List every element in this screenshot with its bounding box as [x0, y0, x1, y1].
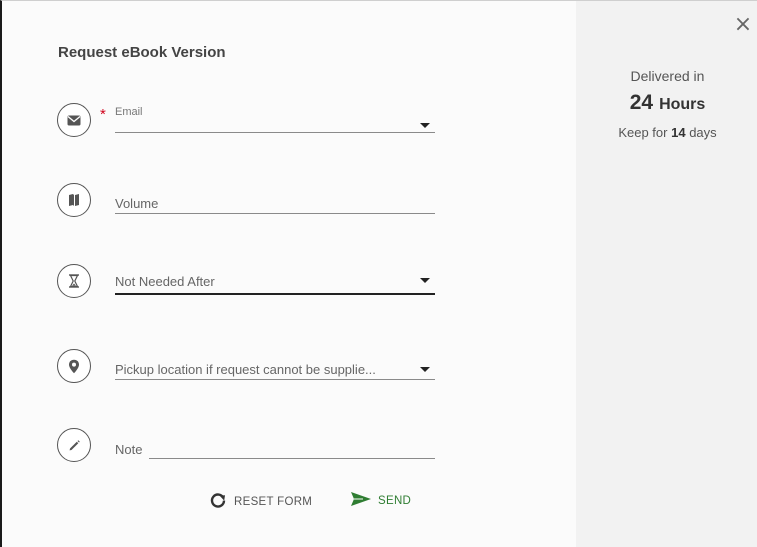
request-dialog: Request eBook Version * Email Volume Not…	[0, 0, 757, 547]
not-needed-after-caret[interactable]	[420, 278, 430, 283]
keep-suffix: days	[689, 125, 717, 140]
not-needed-after-underline	[115, 293, 435, 295]
send-icon	[350, 491, 372, 510]
delivered-in-label: Delivered in	[630, 68, 705, 84]
book-icon	[57, 183, 91, 217]
reset-form-button[interactable]: RESET FORM	[209, 491, 312, 512]
email-label: Email	[115, 106, 143, 118]
not-needed-after-placeholder: Not Needed After	[115, 274, 215, 289]
send-label: SEND	[378, 494, 412, 507]
not-needed-after-select[interactable]: Not Needed After	[115, 271, 435, 293]
keep-days-value: 14	[671, 125, 686, 140]
pickup-location-placeholder: Pickup location if request cannot be sup…	[115, 362, 376, 377]
close-button[interactable]: ×	[731, 13, 755, 37]
delivery-hours-value: 24	[629, 91, 654, 114]
required-marker: *	[100, 106, 106, 123]
note-underline	[149, 458, 435, 459]
pencil-icon	[57, 428, 91, 462]
email-dropdown-caret[interactable]	[420, 123, 430, 128]
hourglass-icon	[57, 264, 91, 298]
note-input[interactable]	[115, 441, 435, 459]
delivery-hours-label: Hours	[659, 96, 706, 113]
pickup-location-select[interactable]: Pickup location if request cannot be sup…	[115, 356, 435, 378]
envelope-icon	[57, 103, 91, 137]
keep-period: Keep for 14 days	[576, 125, 757, 140]
volume-input[interactable]	[115, 195, 435, 213]
dialog-title: Request eBook Version	[58, 44, 226, 61]
refresh-icon	[209, 491, 227, 512]
pickup-location-caret[interactable]	[420, 367, 430, 372]
delivery-hours: 24 Hours	[576, 91, 757, 115]
email-field[interactable]	[115, 119, 435, 133]
volume-underline	[115, 213, 435, 214]
send-button[interactable]: SEND	[350, 491, 411, 510]
reset-form-label: RESET FORM	[234, 495, 313, 508]
pickup-location-underline	[115, 379, 435, 380]
location-pin-icon	[57, 349, 91, 383]
email-underline	[115, 132, 435, 133]
form-pane: Request eBook Version * Email Volume Not…	[2, 1, 576, 547]
keep-prefix: Keep for	[618, 125, 668, 140]
delivery-info-pane: × Delivered in 24 Hours Keep for 14 days	[576, 1, 757, 547]
